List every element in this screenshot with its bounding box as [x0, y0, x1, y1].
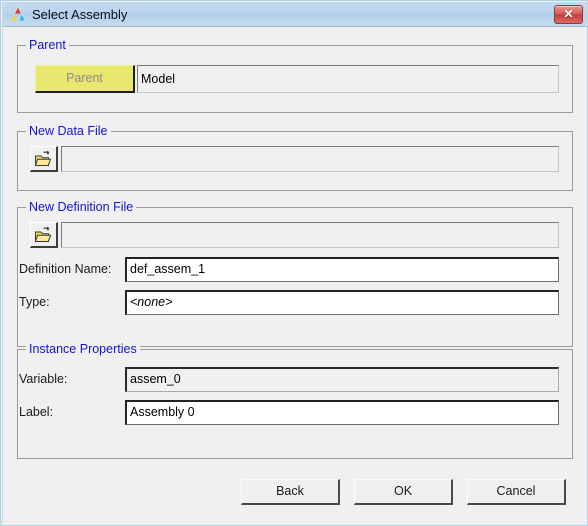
close-button[interactable]: ✕: [554, 5, 583, 24]
type-input[interactable]: <none>: [125, 290, 559, 315]
open-folder-icon: [34, 226, 52, 242]
label-input[interactable]: Assembly 0: [125, 400, 559, 425]
new-definition-file-path-field[interactable]: [61, 222, 559, 248]
type-label: Type:: [19, 295, 50, 309]
cancel-button[interactable]: Cancel: [467, 479, 566, 505]
new-data-file-browse-button[interactable]: [30, 146, 58, 172]
definition-name-label: Definition Name:: [19, 262, 112, 276]
group-new-data-file-label: New Data File: [26, 124, 111, 138]
group-instance-properties-label: Instance Properties: [26, 342, 140, 356]
window-title: Select Assembly: [32, 7, 128, 22]
close-icon: ✕: [563, 7, 574, 21]
dialog-window: Select Assembly ✕ Parent Parent Model Ne…: [0, 0, 588, 526]
title-bar[interactable]: Select Assembly ✕: [2, 2, 588, 27]
group-parent-label: Parent: [26, 38, 69, 52]
triangle-logo-icon: [9, 5, 27, 23]
variable-label: Variable:: [19, 372, 68, 386]
new-data-file-path-field[interactable]: [61, 146, 559, 172]
parent-value-field: Model: [137, 65, 559, 93]
ok-button[interactable]: OK: [354, 479, 453, 505]
definition-name-input[interactable]: def_assem_1: [125, 257, 559, 282]
open-folder-icon: [34, 150, 52, 166]
dialog-body: Parent Parent Model New Data File New De…: [3, 27, 587, 525]
label-label: Label:: [19, 405, 54, 419]
variable-input: assem_0: [125, 367, 559, 392]
back-button[interactable]: Back: [241, 479, 340, 505]
parent-button[interactable]: Parent: [35, 65, 135, 93]
group-new-definition-file-label: New Definition File: [26, 200, 137, 214]
new-definition-file-browse-button[interactable]: [30, 222, 58, 248]
